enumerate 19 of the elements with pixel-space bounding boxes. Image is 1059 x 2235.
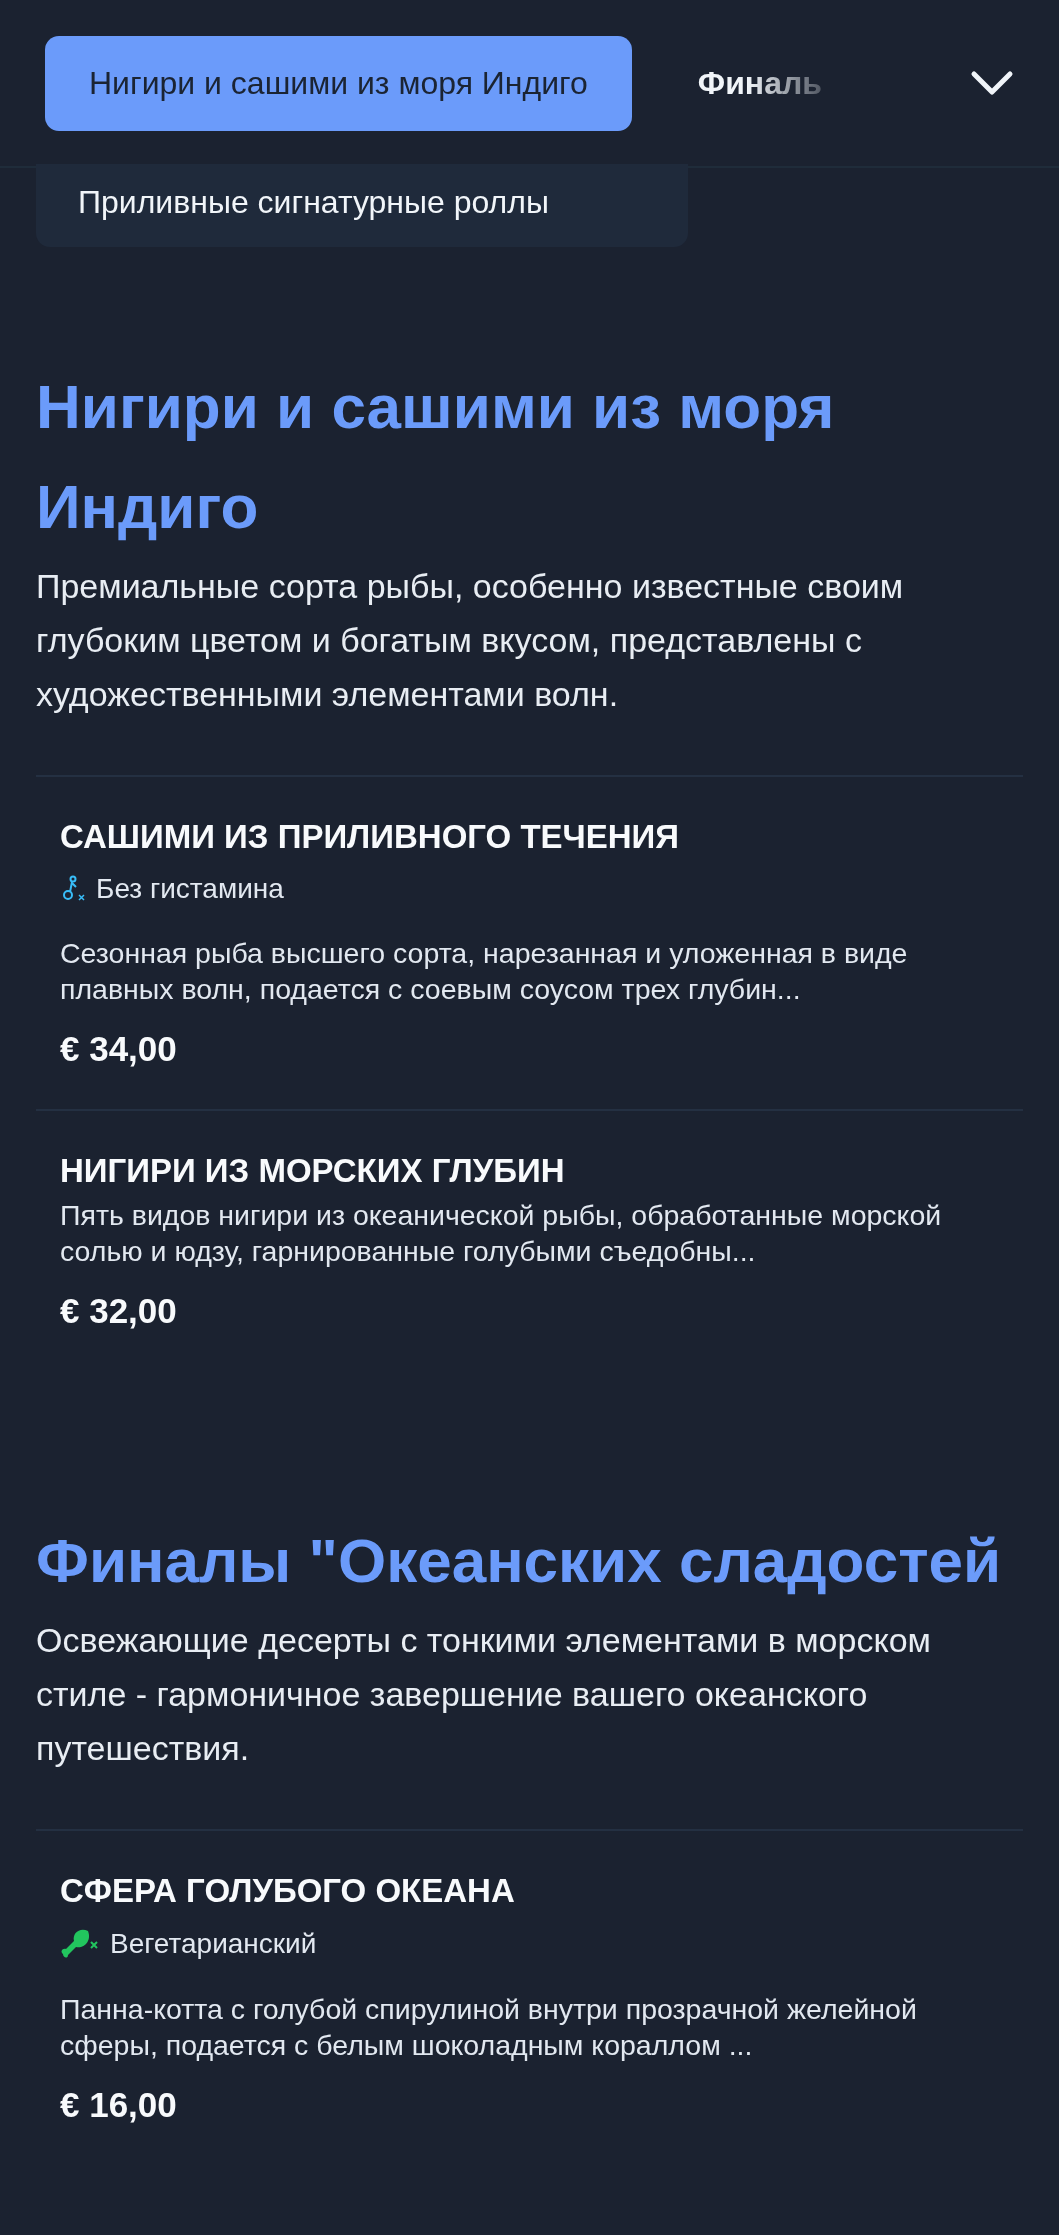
section-description: Освежающие десерты с тонкими элементами в морском стиле - гармоничное завершение вашего океанского путешествия. [36, 1620, 932, 1769]
dish-price: € 32,00 [60, 1291, 178, 1331]
diet-tag: Без гистамина [96, 873, 284, 905]
dish-name: НИГИРИ ИЗ МОРСКИХ ГЛУБИН [60, 1151, 566, 1191]
diet-tag: Вегетарианский [110, 1928, 317, 1960]
dish-price: € 16,00 [60, 2085, 178, 2125]
dish-description: Пять видов нигири из океанической рыбы, обработанные морской солью и юдзу, гарнированные голубыми съедобны... [60, 1198, 943, 1269]
dish-description: Сезонная рыба высшего сорта, нарезанная и уложенная в виде плавных волн, подается с соевым соусом трех глубин... [60, 936, 909, 1007]
dish-price: € 34,00 [60, 1029, 178, 1069]
category-tab[interactable]: Финаль [697, 35, 822, 131]
section-title: Финалы "Океанских сладостей [36, 1525, 1003, 1597]
category-menu-item[interactable]: Приливные сигнатурные роллы [36, 164, 688, 247]
chevron-down-icon[interactable] [970, 68, 1014, 98]
dish-description: Панна-котта с голубой спирулиной внутри прозрачной желейной сферы, подается с белым шоколадным кораллом ... [60, 1992, 918, 2063]
section-title: Нигири и сашими из моря Индиго [36, 371, 836, 543]
section-description: Премиальные сорта рыбы, особенно известные своим глубоким цветом и богатым вкусом, представлены с художественными элементами волн. [36, 566, 905, 715]
category-tab[interactable]: Нигири и сашими из моря Индиго [45, 35, 632, 131]
dish-name: СФЕРА ГОЛУБОГО ОКЕАНА [60, 1871, 516, 1911]
dish-name: САШИМИ ИЗ ПРИЛИВНОГО ТЕЧЕНИЯ [60, 817, 681, 857]
